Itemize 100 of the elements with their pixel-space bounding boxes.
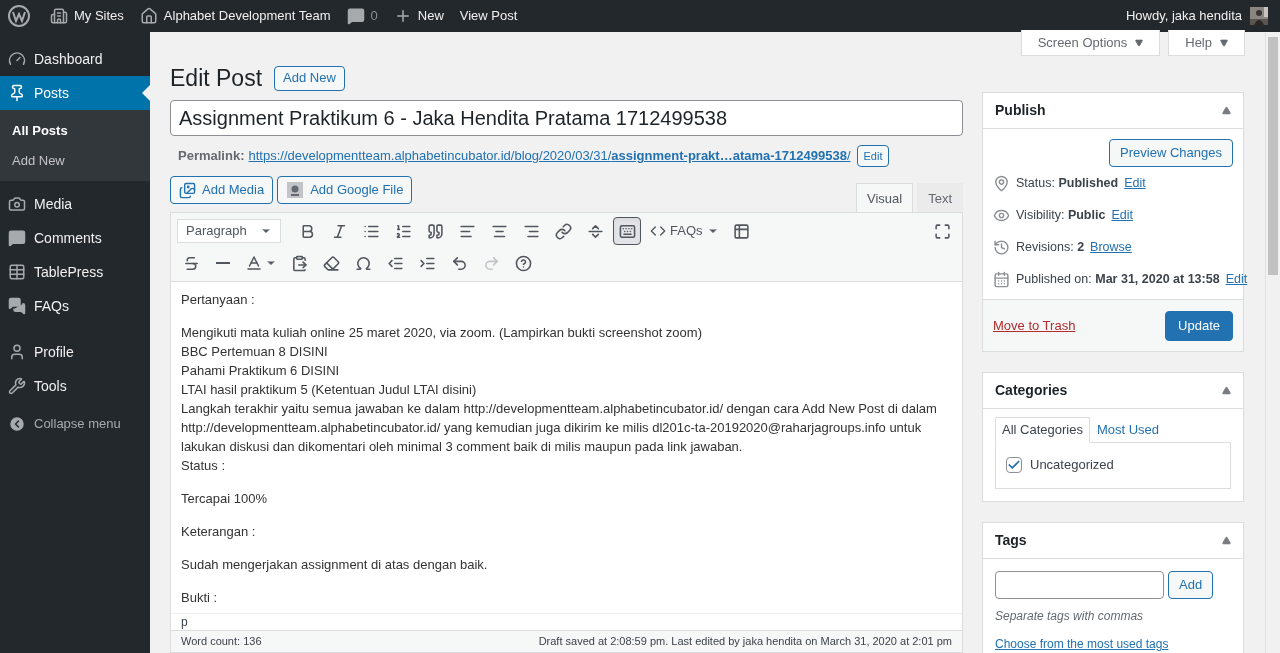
permalink-link[interactable]: https://developmentteam.alphabetincubator.id/blog/2020/03/31/assignment-prakt…atama-1712499538/ xyxy=(248,146,851,166)
eraser-icon xyxy=(322,254,340,272)
panel-title: Publish xyxy=(995,101,1046,120)
undo-icon xyxy=(450,254,468,272)
paragraph-text: Langkah terakhir yaitu semua jawaban ke dalam http://developmentteam.alphabetincubator.id/ dengan cara Add New Post di dalam http://developmentteam.alphabetincubator.id/ yang kemudian juga dikirim ke milis dl201c-ta-20192020@raharjagroups.info untuk lakukan diskusi dan dikomentari oleh minimal 3 comment baik di milis maupun pada link jawaban. xyxy=(181,400,938,456)
table-icon xyxy=(8,263,26,281)
category-tab[interactable]: Most Used xyxy=(1089,417,1167,443)
publish-info: Visibility: Public xyxy=(1016,206,1106,224)
paragraph-text: Mengikuti mata kuliah online 25 maret 2020, via zoom. (Lampirkan bukti screenshot zoom) xyxy=(181,324,703,342)
menu-item[interactable]: Media xyxy=(0,187,150,221)
speech-bubble-icon xyxy=(346,7,365,25)
collapse-arrow-icon[interactable] xyxy=(1222,386,1231,395)
submenu-item[interactable]: All Posts xyxy=(0,116,150,146)
calendar-icon xyxy=(993,270,1010,288)
wrench-icon xyxy=(8,377,26,395)
camera-icon xyxy=(8,195,26,213)
panel-title: Tags xyxy=(995,531,1027,550)
word-count: Word count: 136 xyxy=(181,634,262,650)
menu-item[interactable]: Comments xyxy=(0,221,150,255)
edit-link[interactable]: Edit xyxy=(1124,173,1146,193)
edit-permalink-button[interactable]: Edit xyxy=(856,145,890,167)
site-link[interactable]: Alphabet Development Team xyxy=(131,0,339,32)
history-icon xyxy=(993,238,1010,256)
publish-info: Revisions: 2 xyxy=(1016,238,1085,256)
speech-bubble-icon xyxy=(8,229,26,247)
preview-changes-button[interactable]: Preview Changes xyxy=(1109,139,1233,167)
paragraph-text: Keterangan : xyxy=(181,523,257,541)
pin-icon xyxy=(8,84,26,102)
numbered-list-icon xyxy=(394,222,412,240)
my-sites-link[interactable]: My Sites xyxy=(42,0,132,32)
paragraph-text: Bukti : xyxy=(181,589,219,607)
menu-item[interactable]: Dashboard xyxy=(0,42,150,76)
menu-item[interactable]: Tools xyxy=(0,369,150,403)
view-post-link[interactable]: View Post xyxy=(451,0,526,32)
add-tag-button[interactable]: Add xyxy=(1168,571,1214,599)
most-used-tags-link[interactable]: Choose from the most used tags xyxy=(995,635,1231,653)
publish-info: Published on: Mar 31, 2020 at 13:58 xyxy=(1016,270,1220,288)
tag-field[interactable] xyxy=(995,571,1164,599)
menu-item[interactable]: Posts xyxy=(0,76,150,110)
scrollbar-thumb[interactable] xyxy=(1268,37,1278,275)
paragraph-text: LTAI hasil praktikum 5 (Ketentuan Judul LTAI disini) xyxy=(181,381,478,399)
comments-link[interactable]: 0 xyxy=(338,0,386,32)
paragraph-text: Sudah mengerjakan assignment di atas dengan baik. xyxy=(181,556,489,574)
new-link[interactable]: New xyxy=(385,0,452,32)
text-color-icon xyxy=(245,254,263,272)
screen-meta-tab[interactable]: Help xyxy=(1168,30,1245,56)
caret-icon xyxy=(1220,38,1228,47)
horizontal-line-icon xyxy=(216,262,230,264)
add-media-button[interactable]: Add Media xyxy=(170,176,274,204)
add-new-button[interactable]: Add New xyxy=(274,65,345,91)
collapse-menu-button[interactable]: Collapse menu xyxy=(0,407,150,441)
tag-hint: Separate tags with commas xyxy=(995,608,1145,625)
toolbar-toggle-icon xyxy=(618,222,636,240)
editor-tab[interactable]: Text xyxy=(917,183,963,213)
collapse-arrow-icon[interactable] xyxy=(1222,536,1231,545)
panel-title: Categories xyxy=(995,381,1068,400)
paragraph-text: Pahami Praktikum 6 DISINI xyxy=(181,362,341,380)
submenu-item[interactable]: Add New xyxy=(0,145,150,175)
kitchen-sink-button[interactable] xyxy=(613,217,641,245)
collapse-arrow-icon[interactable] xyxy=(1222,106,1231,115)
format-select[interactable]: Paragraph xyxy=(177,219,281,243)
publish-info: Status: Published xyxy=(1016,174,1119,192)
strikethrough-icon xyxy=(182,254,200,272)
paragraph-text: Status : xyxy=(181,457,227,475)
media-icon xyxy=(179,181,196,199)
dashboard-icon xyxy=(8,50,26,68)
faqs-menu[interactable]: FAQs xyxy=(645,217,724,245)
menu-item[interactable]: Profile xyxy=(0,335,150,369)
scrollbar[interactable] xyxy=(1265,32,1280,653)
move-to-trash-link[interactable]: Move to Trash xyxy=(993,315,1076,336)
home-icon xyxy=(139,7,158,25)
table-icon xyxy=(733,222,750,240)
edit-link[interactable]: Edit xyxy=(1225,269,1248,289)
permalink-label: Permalink: xyxy=(178,147,245,166)
menu-item[interactable]: FAQs xyxy=(0,289,150,323)
paragraph-text: Tercapai 100% xyxy=(181,490,268,508)
title-field[interactable]: Assignment Praktikum 6 - Jaka Hendita Pratama 1712499538 xyxy=(170,100,963,136)
menu-item[interactable]: TablePress xyxy=(0,255,150,289)
collapse-icon xyxy=(8,415,26,433)
element-path: p xyxy=(181,614,188,631)
redo-icon xyxy=(482,254,500,272)
account-link[interactable]: Howdy, jaka hendita xyxy=(1125,6,1272,26)
add-google-file-button[interactable]: Add Google File xyxy=(277,176,413,204)
category-tab[interactable]: All Categories xyxy=(995,417,1090,443)
checkbox[interactable] xyxy=(1006,456,1022,473)
caret-icon xyxy=(1135,38,1144,47)
paragraph-text: Pertanyaan : xyxy=(181,291,256,309)
help-icon xyxy=(514,254,532,272)
document-icon xyxy=(286,181,305,199)
buildings-icon xyxy=(50,7,68,25)
current-pointer-icon xyxy=(142,85,150,101)
category-label: Uncategorized xyxy=(1030,456,1114,474)
screen-meta-tab[interactable]: Screen Options xyxy=(1020,30,1161,56)
edit-link[interactable]: Edit xyxy=(1111,205,1133,225)
update-button[interactable]: Update xyxy=(1165,310,1233,341)
speech-bubbles-icon xyxy=(8,297,26,315)
logo-icon[interactable] xyxy=(8,5,30,27)
edit-link[interactable]: Browse xyxy=(1090,237,1132,257)
editor-tab[interactable]: Visual xyxy=(855,183,914,213)
page-title: Edit Post xyxy=(170,63,263,93)
